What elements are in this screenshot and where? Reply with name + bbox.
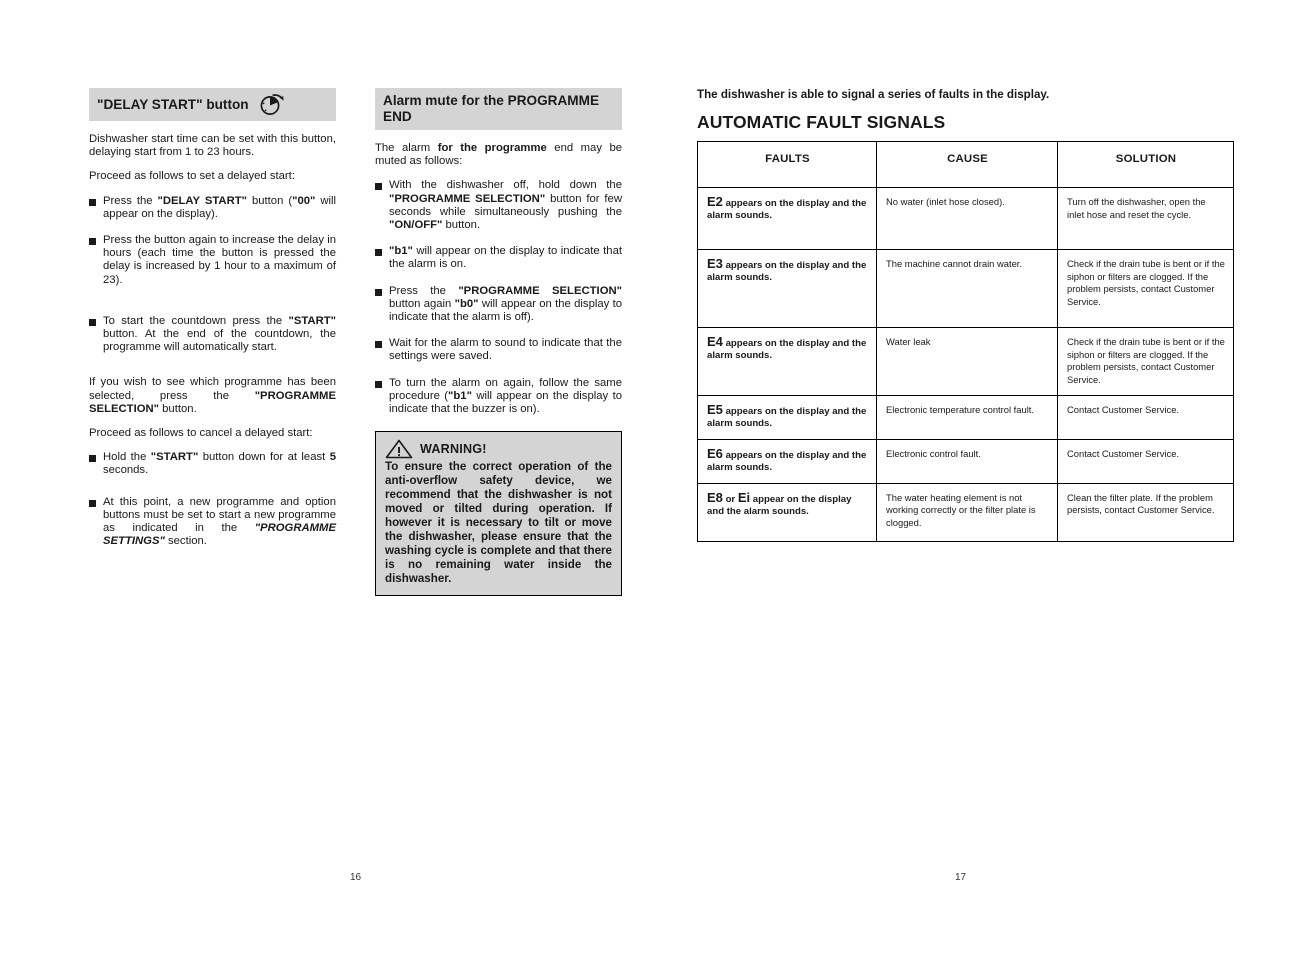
table-row: E3 appears on the display and the alarm … (697, 249, 1234, 328)
list-item: Press the button again to increase the d… (89, 234, 336, 287)
cause-cell: Water leak (876, 327, 1058, 396)
alarm-mute-intro: The alarm for the programme end may be m… (375, 142, 623, 168)
delay-start-mid-1: If you wish to see which programme has b… (89, 376, 336, 415)
fault-code-cell: E4 appears on the display and the alarm … (697, 327, 877, 396)
fault-code: E2 (707, 194, 723, 209)
fault-code-alt: Ei (737, 489, 751, 505)
list-item: To start the countdown press the "START"… (89, 315, 336, 355)
cause-cell: No water (inlet hose closed). (876, 187, 1058, 250)
delay-start-intro-2: Proceed as follows to set a delayed star… (89, 170, 295, 183)
table-row: E5 appears on the display and the alarm … (697, 395, 1234, 440)
page-number-right: 17 (955, 872, 967, 883)
list-item: Hold the "START" button down for at leas… (89, 451, 336, 477)
fault-code-cell: E6 appears on the display and the alarm … (697, 438, 877, 484)
faults-intro-text: The dishwasher is able to signal a serie… (697, 88, 1050, 101)
solution-cell: Contact Customer Service. (1057, 438, 1234, 484)
fault-description: appears on the display and the alarm sou… (707, 198, 867, 222)
page-number-left: 16 (350, 872, 362, 883)
solution-cell: Clean the filter plate. If the problem p… (1057, 482, 1234, 542)
delay-timer-clock-icon (260, 94, 284, 115)
alarm-mute-header-title: Alarm mute for the PROGRAMME END (383, 93, 600, 124)
delay-start-header-title: "DELAY START" button (97, 96, 249, 112)
alarm-mute-column: Alarm mute for the PROGRAMME END The ala… (375, 88, 623, 597)
solution-cell: Check if the drain tube is bent or if th… (1057, 327, 1234, 396)
solution-cell: Check if the drain tube is bent or if th… (1057, 249, 1234, 328)
fault-description: appears on the display and the alarm sou… (707, 449, 867, 474)
solution-cell: Contact Customer Service. (1057, 395, 1234, 440)
solution-cell: Turn off the dishwasher, open the inlet … (1057, 187, 1234, 250)
delay-start-section-header: "DELAY START" button (89, 88, 336, 121)
list-item: To turn the alarm on again, follow the s… (375, 377, 622, 417)
column-header-solution: SOLUTION (1057, 141, 1234, 188)
table-header-row: FAULTS CAUSE SOLUTION (697, 141, 1234, 188)
fault-code: E4 (707, 334, 723, 349)
cause-cell: The water heating element is not working… (876, 482, 1058, 542)
page-title: AUTOMATIC FAULT SIGNALS (697, 112, 946, 132)
warning-box: WARNING! To ensure the correct operation… (375, 431, 622, 597)
table-row: E8 or Ei appear on the display and the a… (697, 482, 1234, 542)
delay-start-intro-1: Dishwasher start time can be set with th… (89, 133, 336, 159)
warning-header: WARNING! (385, 439, 612, 459)
list-item: With the dishwasher off, hold down the "… (375, 179, 622, 232)
delay-start-cancel-list: Hold the "START" button down for at leas… (89, 451, 336, 548)
fault-description: appears on the display and the alarm sou… (707, 406, 867, 430)
cause-cell: Electronic temperature control fault. (876, 395, 1058, 440)
delay-start-mid-2: Proceed as follows to cancel a delayed s… (89, 427, 313, 440)
cause-cell: The machine cannot drain water. (876, 249, 1058, 328)
fault-description: appears on the display and the alarm sou… (707, 260, 867, 284)
list-item: Press the "DELAY START" button ("00" wil… (89, 195, 336, 221)
fault-signals-column: The dishwasher is able to signal a serie… (697, 88, 1234, 542)
column-header-cause: CAUSE (876, 141, 1058, 188)
list-item: Wait for the alarm to sound to indicate … (375, 337, 622, 363)
fault-signals-table-body: E2 appears on the display and the alarm … (697, 187, 1234, 542)
table-row: E4 appears on the display and the alarm … (697, 327, 1234, 396)
fault-code: E3 (707, 256, 723, 271)
fault-code-cell: E3 appears on the display and the alarm … (697, 249, 877, 328)
alarm-mute-section-header: Alarm mute for the PROGRAMME END (375, 88, 622, 130)
fault-code: E5 (707, 402, 723, 417)
list-item: Press the "PROGRAMME SELECTION" button a… (375, 285, 622, 325)
fault-code: E8 (707, 489, 723, 505)
fault-description: appears on the display and the alarm sou… (707, 338, 867, 362)
fault-code: E6 (707, 445, 723, 461)
table-row: E6 appears on the display and the alarm … (697, 438, 1234, 484)
list-item: At this point, a new programme and optio… (89, 496, 336, 549)
fault-code-conjunction: or (722, 493, 738, 505)
warning-triangle-icon (385, 439, 413, 459)
alarm-mute-steps-list: With the dishwasher off, hold down the "… (375, 179, 622, 416)
fault-code-cell: E2 appears on the display and the alarm … (697, 187, 877, 250)
warning-label: WARNING! (420, 442, 487, 457)
delay-start-steps-list: Press the "DELAY START" button ("00" wil… (89, 195, 336, 355)
list-item: "b1" will appear on the display to indic… (375, 245, 622, 271)
table-row: E2 appears on the display and the alarm … (697, 187, 1234, 250)
fault-code-cell: E8 or Ei appear on the display and the a… (697, 482, 877, 542)
fault-code-cell: E5 appears on the display and the alarm … (697, 395, 877, 440)
column-header-faults: FAULTS (697, 141, 877, 188)
fault-signals-table: FAULTS CAUSE SOLUTION E2 appears on the … (697, 141, 1234, 542)
delay-start-column: "DELAY START" button Dishwasher start ti… (89, 88, 336, 561)
warning-body-text: To ensure the correct operation of the a… (385, 460, 612, 586)
cause-cell: Electronic control fault. (876, 438, 1058, 484)
